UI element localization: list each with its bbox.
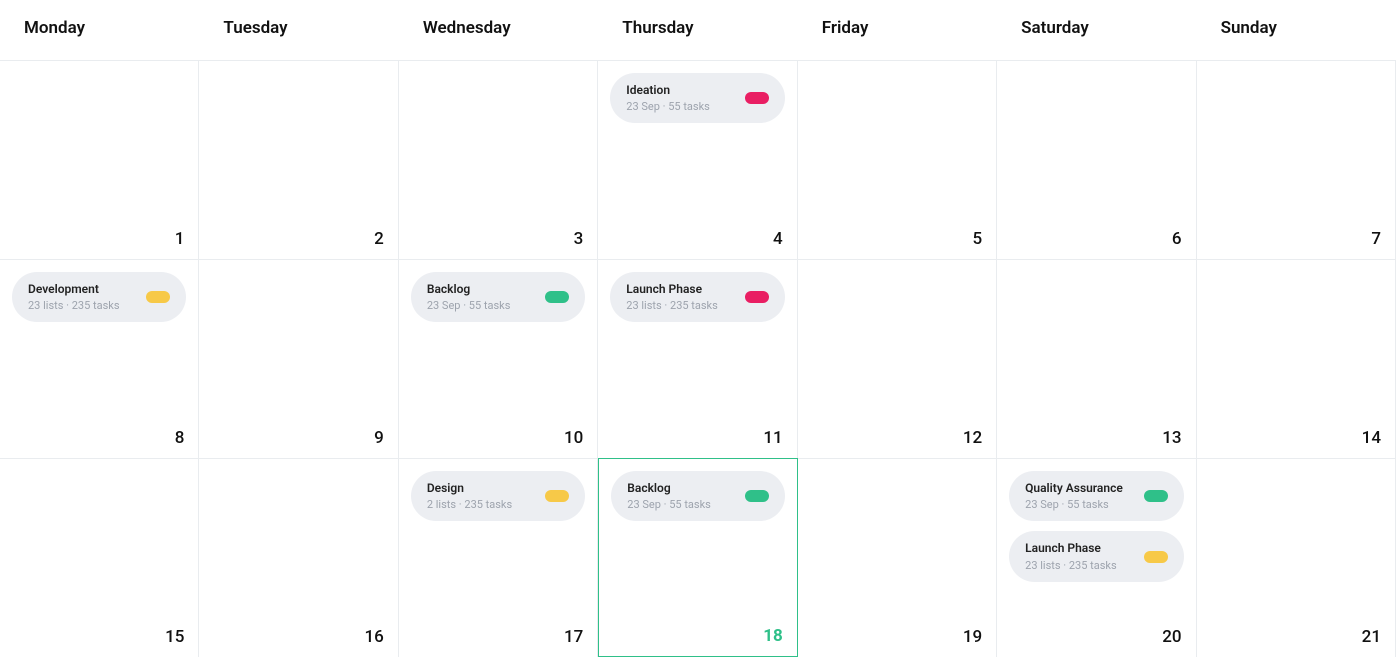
chip-title: Backlog <box>627 481 711 495</box>
day-number: 2 <box>374 229 384 249</box>
day-number: 11 <box>763 428 782 448</box>
day-number: 10 <box>564 428 583 448</box>
day-cell[interactable]: Launch Phase 23 lists · 235 tasks 11 <box>598 259 797 458</box>
day-number: 19 <box>963 627 982 647</box>
day-number: 15 <box>165 627 184 647</box>
chip-title: Backlog <box>427 282 511 296</box>
weekday-header: Friday <box>798 0 997 60</box>
chip-subtitle: 23 Sep · 55 tasks <box>427 299 511 312</box>
status-dot-icon <box>545 291 569 303</box>
chip-text: Quality Assurance 23 Sep · 55 tasks <box>1025 481 1123 511</box>
day-number: 18 <box>763 626 783 646</box>
day-number: 8 <box>175 428 185 448</box>
day-cell[interactable]: 3 <box>399 60 598 259</box>
day-number: 4 <box>773 229 783 249</box>
chip-text: Backlog 23 Sep · 55 tasks <box>627 481 711 511</box>
day-number: 16 <box>365 627 384 647</box>
day-cell[interactable]: Backlog 23 Sep · 55 tasks 10 <box>399 259 598 458</box>
weekday-label: Thursday <box>622 18 693 38</box>
chip-title: Launch Phase <box>626 282 718 296</box>
status-dot-icon <box>745 291 769 303</box>
day-cell[interactable]: 2 <box>199 60 398 259</box>
weekday-header: Thursday <box>598 0 797 60</box>
weekday-header: Sunday <box>1197 0 1396 60</box>
weekday-label: Tuesday <box>223 18 287 38</box>
chip-text: Launch Phase 23 lists · 235 tasks <box>1025 541 1117 571</box>
status-dot-icon <box>745 92 769 104</box>
weekday-label: Sunday <box>1221 18 1277 38</box>
chip-title: Ideation <box>626 83 710 97</box>
chip-subtitle: 23 Sep · 55 tasks <box>627 498 711 511</box>
day-number: 12 <box>963 428 982 448</box>
status-dot-icon <box>146 291 170 303</box>
day-cell[interactable]: Design 2 lists · 235 tasks 17 <box>399 458 598 657</box>
chip-subtitle: 2 lists · 235 tasks <box>427 498 512 511</box>
day-cell[interactable]: 6 <box>997 60 1196 259</box>
day-cell[interactable]: Backlog 23 Sep · 55 tasks 18 <box>598 458 797 657</box>
status-dot-icon <box>1144 490 1168 502</box>
day-number: 21 <box>1362 627 1381 647</box>
chip-subtitle: 23 Sep · 55 tasks <box>1025 498 1123 511</box>
day-cell[interactable]: 1 <box>0 60 199 259</box>
day-cell[interactable]: 7 <box>1197 60 1396 259</box>
day-number: 13 <box>1162 428 1181 448</box>
chip-title: Quality Assurance <box>1025 481 1123 495</box>
day-cell[interactable]: 16 <box>199 458 398 657</box>
day-number: 17 <box>564 627 583 647</box>
day-number: 9 <box>374 428 384 448</box>
day-cell[interactable]: 19 <box>798 458 997 657</box>
day-number: 5 <box>972 229 982 249</box>
day-cell[interactable]: Quality Assurance 23 Sep · 55 tasks Launch… <box>997 458 1196 657</box>
event-chip[interactable]: Quality Assurance 23 Sep · 55 tasks <box>1009 471 1183 521</box>
day-cell[interactable]: 14 <box>1197 259 1396 458</box>
day-number: 20 <box>1162 627 1181 647</box>
chip-text: Development 23 lists · 235 tasks <box>28 282 120 312</box>
chip-subtitle: 23 Sep · 55 tasks <box>626 100 710 113</box>
day-cell[interactable]: Development 23 lists · 235 tasks 8 <box>0 259 199 458</box>
status-dot-icon <box>545 490 569 502</box>
event-chip[interactable]: Design 2 lists · 235 tasks <box>411 471 585 521</box>
weekday-label: Friday <box>822 18 869 38</box>
chip-title: Launch Phase <box>1025 541 1117 555</box>
chip-subtitle: 23 lists · 235 tasks <box>28 299 120 312</box>
event-chip[interactable]: Development 23 lists · 235 tasks <box>12 272 186 322</box>
day-cell[interactable]: 15 <box>0 458 199 657</box>
chip-text: Backlog 23 Sep · 55 tasks <box>427 282 511 312</box>
weekday-header: Monday <box>0 0 199 60</box>
day-cell[interactable]: 9 <box>199 259 398 458</box>
chip-text: Design 2 lists · 235 tasks <box>427 481 512 511</box>
chip-title: Design <box>427 481 512 495</box>
day-number: 1 <box>175 229 185 249</box>
event-chip[interactable]: Launch Phase 23 lists · 235 tasks <box>1009 531 1183 581</box>
event-chip[interactable]: Launch Phase 23 lists · 235 tasks <box>610 272 784 322</box>
day-number: 6 <box>1172 229 1182 249</box>
day-cell[interactable]: 21 <box>1197 458 1396 657</box>
weekday-label: Monday <box>24 18 85 38</box>
chip-subtitle: 23 lists · 235 tasks <box>1025 559 1117 572</box>
chip-text: Ideation 23 Sep · 55 tasks <box>626 83 710 113</box>
event-chip[interactable]: Ideation 23 Sep · 55 tasks <box>610 73 784 123</box>
chip-text: Launch Phase 23 lists · 235 tasks <box>626 282 718 312</box>
event-chip[interactable]: Backlog 23 Sep · 55 tasks <box>411 272 585 322</box>
day-number: 14 <box>1362 428 1381 448</box>
chip-subtitle: 23 lists · 235 tasks <box>626 299 718 312</box>
status-dot-icon <box>1144 551 1168 563</box>
event-chip[interactable]: Backlog 23 Sep · 55 tasks <box>611 471 784 521</box>
status-dot-icon <box>745 490 769 502</box>
weekday-label: Wednesday <box>423 18 511 38</box>
day-number: 7 <box>1371 229 1381 249</box>
day-cell[interactable]: 13 <box>997 259 1196 458</box>
day-number: 3 <box>574 229 584 249</box>
weekday-label: Saturday <box>1021 18 1089 38</box>
day-cell[interactable]: Ideation 23 Sep · 55 tasks 4 <box>598 60 797 259</box>
weekday-header: Tuesday <box>199 0 398 60</box>
chip-title: Development <box>28 282 120 296</box>
weekday-header: Saturday <box>997 0 1196 60</box>
day-cell[interactable]: 5 <box>798 60 997 259</box>
day-cell[interactable]: 12 <box>798 259 997 458</box>
weekday-header: Wednesday <box>399 0 598 60</box>
